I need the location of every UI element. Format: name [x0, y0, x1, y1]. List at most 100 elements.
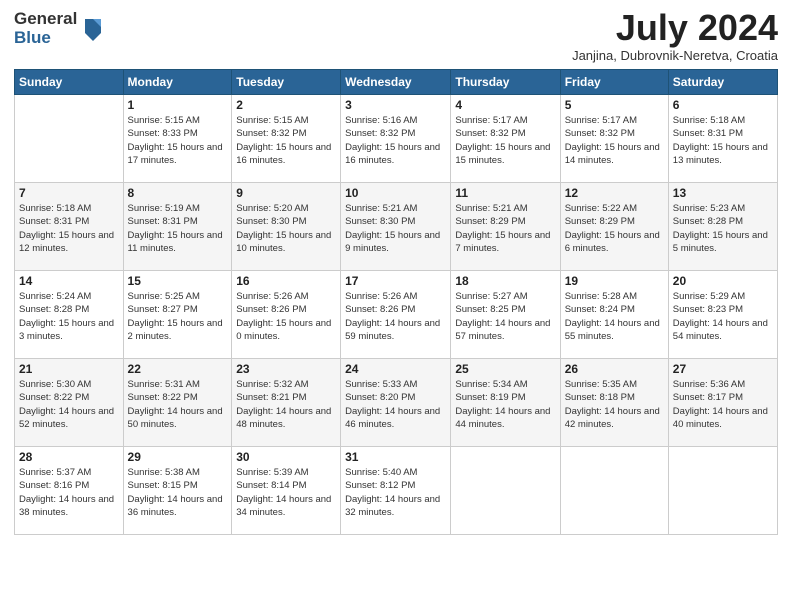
table-row: 3 Sunrise: 5:16 AMSunset: 8:32 PMDaylight… — [341, 95, 451, 183]
day-number: 25 — [455, 362, 555, 376]
header-sunday: Sunday — [15, 70, 124, 95]
day-info: Sunrise: 5:22 AMSunset: 8:29 PMDaylight:… — [565, 202, 664, 255]
day-info: Sunrise: 5:23 AMSunset: 8:28 PMDaylight:… — [673, 202, 773, 255]
day-number: 16 — [236, 274, 336, 288]
header-monday: Monday — [123, 70, 232, 95]
day-info: Sunrise: 5:31 AMSunset: 8:22 PMDaylight:… — [128, 378, 228, 431]
header-tuesday: Tuesday — [232, 70, 341, 95]
header: General Blue July 2024 Janjina, Dubrovni… — [14, 10, 778, 63]
day-info: Sunrise: 5:19 AMSunset: 8:31 PMDaylight:… — [128, 202, 228, 255]
day-info: Sunrise: 5:27 AMSunset: 8:25 PMDaylight:… — [455, 290, 555, 343]
day-info: Sunrise: 5:33 AMSunset: 8:20 PMDaylight:… — [345, 378, 446, 431]
table-row: 12 Sunrise: 5:22 AMSunset: 8:29 PMDayligh… — [560, 183, 668, 271]
calendar-week-row: 21 Sunrise: 5:30 AMSunset: 8:22 PMDayligh… — [15, 359, 778, 447]
header-friday: Friday — [560, 70, 668, 95]
table-row: 17Sunrise: 5:26 AMSunset: 8:26 PMDayligh… — [341, 271, 451, 359]
table-row: 27Sunrise: 5:36 AMSunset: 8:17 PMDayligh… — [668, 359, 777, 447]
calendar-week-row: 7Sunrise: 5:18 AMSunset: 8:31 PMDaylight… — [15, 183, 778, 271]
table-row: 19 Sunrise: 5:28 AMSunset: 8:24 PMDayligh… — [560, 271, 668, 359]
day-number: 23 — [236, 362, 336, 376]
table-row: 14Sunrise: 5:24 AMSunset: 8:28 PMDayligh… — [15, 271, 124, 359]
table-row: 15 Sunrise: 5:25 AMSunset: 8:27 PMDayligh… — [123, 271, 232, 359]
header-wednesday: Wednesday — [341, 70, 451, 95]
table-row: 29 Sunrise: 5:38 AMSunset: 8:15 PMDayligh… — [123, 447, 232, 535]
day-number: 29 — [128, 450, 228, 464]
table-row: 18Sunrise: 5:27 AMSunset: 8:25 PMDayligh… — [451, 271, 560, 359]
calendar-week-row: 1 Sunrise: 5:15 AMSunset: 8:33 PMDaylight… — [15, 95, 778, 183]
table-row: 23 Sunrise: 5:32 AMSunset: 8:21 PMDayligh… — [232, 359, 341, 447]
table-row — [15, 95, 124, 183]
table-row: 1 Sunrise: 5:15 AMSunset: 8:33 PMDaylight… — [123, 95, 232, 183]
day-info: Sunrise: 5:36 AMSunset: 8:17 PMDaylight:… — [673, 378, 773, 431]
table-row: 9Sunrise: 5:20 AMSunset: 8:30 PMDaylight… — [232, 183, 341, 271]
day-info: Sunrise: 5:30 AMSunset: 8:22 PMDaylight:… — [19, 378, 119, 431]
day-info: Sunrise: 5:15 AMSunset: 8:33 PMDaylight:… — [128, 114, 228, 167]
day-number: 14 — [19, 274, 119, 288]
location: Janjina, Dubrovnik-Neretva, Croatia — [572, 48, 778, 63]
table-row: 7Sunrise: 5:18 AMSunset: 8:31 PMDaylight… — [15, 183, 124, 271]
table-row: 31Sunrise: 5:40 AMSunset: 8:12 PMDayligh… — [341, 447, 451, 535]
table-row — [668, 447, 777, 535]
day-number: 2 — [236, 98, 336, 112]
day-info: Sunrise: 5:21 AMSunset: 8:29 PMDaylight:… — [455, 202, 555, 255]
logo: General Blue — [14, 10, 105, 47]
day-info: Sunrise: 5:25 AMSunset: 8:27 PMDaylight:… — [128, 290, 228, 343]
day-info: Sunrise: 5:15 AMSunset: 8:32 PMDaylight:… — [236, 114, 336, 167]
day-number: 19 — [565, 274, 664, 288]
day-number: 24 — [345, 362, 446, 376]
day-number: 28 — [19, 450, 119, 464]
table-row: 10Sunrise: 5:21 AMSunset: 8:30 PMDayligh… — [341, 183, 451, 271]
header-thursday: Thursday — [451, 70, 560, 95]
day-number: 6 — [673, 98, 773, 112]
day-number: 12 — [565, 186, 664, 200]
table-row — [560, 447, 668, 535]
day-info: Sunrise: 5:16 AMSunset: 8:32 PMDaylight:… — [345, 114, 446, 167]
title-area: July 2024 Janjina, Dubrovnik-Neretva, Cr… — [572, 10, 778, 63]
day-number: 1 — [128, 98, 228, 112]
day-number: 13 — [673, 186, 773, 200]
table-row: 28 Sunrise: 5:37 AMSunset: 8:16 PMDayligh… — [15, 447, 124, 535]
table-row: 16Sunrise: 5:26 AMSunset: 8:26 PMDayligh… — [232, 271, 341, 359]
logo-general: General — [14, 10, 77, 29]
day-info: Sunrise: 5:38 AMSunset: 8:15 PMDaylight:… — [128, 466, 228, 519]
calendar-week-row: 14Sunrise: 5:24 AMSunset: 8:28 PMDayligh… — [15, 271, 778, 359]
month-title: July 2024 — [572, 10, 778, 46]
day-info: Sunrise: 5:39 AMSunset: 8:14 PMDaylight:… — [236, 466, 336, 519]
day-info: Sunrise: 5:34 AMSunset: 8:19 PMDaylight:… — [455, 378, 555, 431]
day-number: 11 — [455, 186, 555, 200]
table-row: 8 Sunrise: 5:19 AMSunset: 8:31 PMDaylight… — [123, 183, 232, 271]
day-number: 20 — [673, 274, 773, 288]
day-number: 26 — [565, 362, 664, 376]
day-number: 3 — [345, 98, 446, 112]
table-row: 4 Sunrise: 5:17 AMSunset: 8:32 PMDaylight… — [451, 95, 560, 183]
calendar-table: Sunday Monday Tuesday Wednesday Thursday… — [14, 69, 778, 535]
logo-blue: Blue — [14, 29, 77, 48]
calendar-header-row: Sunday Monday Tuesday Wednesday Thursday… — [15, 70, 778, 95]
day-number: 15 — [128, 274, 228, 288]
day-number: 9 — [236, 186, 336, 200]
table-row: 30Sunrise: 5:39 AMSunset: 8:14 PMDayligh… — [232, 447, 341, 535]
day-info: Sunrise: 5:32 AMSunset: 8:21 PMDaylight:… — [236, 378, 336, 431]
calendar-week-row: 28 Sunrise: 5:37 AMSunset: 8:16 PMDayligh… — [15, 447, 778, 535]
day-info: Sunrise: 5:17 AMSunset: 8:32 PMDaylight:… — [565, 114, 664, 167]
table-row: 21 Sunrise: 5:30 AMSunset: 8:22 PMDayligh… — [15, 359, 124, 447]
table-row: 24 Sunrise: 5:33 AMSunset: 8:20 PMDayligh… — [341, 359, 451, 447]
day-number: 8 — [128, 186, 228, 200]
day-number: 17 — [345, 274, 446, 288]
day-info: Sunrise: 5:17 AMSunset: 8:32 PMDaylight:… — [455, 114, 555, 167]
day-number: 4 — [455, 98, 555, 112]
table-row: 20Sunrise: 5:29 AMSunset: 8:23 PMDayligh… — [668, 271, 777, 359]
day-info: Sunrise: 5:18 AMSunset: 8:31 PMDaylight:… — [673, 114, 773, 167]
day-number: 21 — [19, 362, 119, 376]
table-row: 22Sunrise: 5:31 AMSunset: 8:22 PMDayligh… — [123, 359, 232, 447]
table-row: 5 Sunrise: 5:17 AMSunset: 8:32 PMDaylight… — [560, 95, 668, 183]
header-saturday: Saturday — [668, 70, 777, 95]
table-row: 26Sunrise: 5:35 AMSunset: 8:18 PMDayligh… — [560, 359, 668, 447]
day-number: 10 — [345, 186, 446, 200]
day-info: Sunrise: 5:28 AMSunset: 8:24 PMDaylight:… — [565, 290, 664, 343]
day-number: 5 — [565, 98, 664, 112]
table-row — [451, 447, 560, 535]
table-row: 13 Sunrise: 5:23 AMSunset: 8:28 PMDayligh… — [668, 183, 777, 271]
day-info: Sunrise: 5:18 AMSunset: 8:31 PMDaylight:… — [19, 202, 119, 255]
day-info: Sunrise: 5:37 AMSunset: 8:16 PMDaylight:… — [19, 466, 119, 519]
